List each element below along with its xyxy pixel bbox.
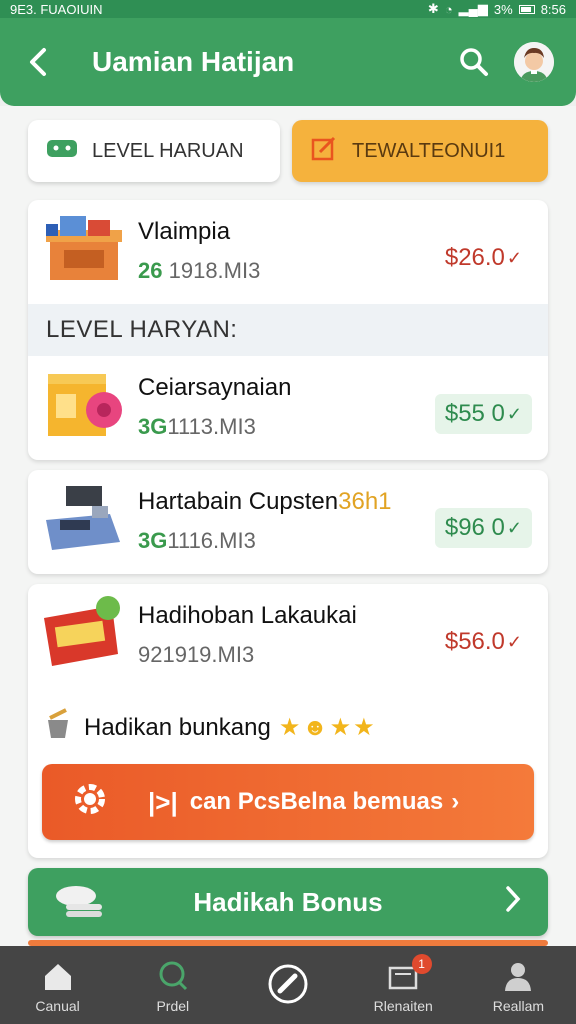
item-name: Ceiarsaynaian bbox=[138, 374, 292, 401]
chevron-right-icon bbox=[504, 884, 522, 922]
item-meta: 26 1918.MI3 bbox=[138, 258, 260, 284]
item-card: Hadihoban Lakaukai 921919.MI3 $56.0 ✓ Had… bbox=[28, 584, 548, 858]
item-meta-text: 1113.MI3 bbox=[167, 414, 256, 439]
item-price: $96 0 ✓ bbox=[434, 508, 532, 548]
status-time: 8:56 bbox=[540, 1, 566, 17]
item-meta-text: 1116.MI3 bbox=[167, 528, 256, 553]
price-value: $56.0 bbox=[444, 628, 505, 655]
item-name: Hadihoban Lakaukai bbox=[138, 602, 357, 629]
nav-center[interactable] bbox=[230, 946, 345, 1024]
tab-row: LEVEL HARUAN TEWALTEONUI1 bbox=[28, 120, 548, 182]
nav-reallam[interactable]: Reallam bbox=[461, 946, 576, 1024]
status-bar: 9E3. FUAOIUIN ✱ ◔ ▂▄▆ 3% 8:56 bbox=[0, 0, 576, 18]
gear-icon bbox=[72, 781, 108, 824]
app-bar: Uamian Hatijan bbox=[0, 18, 576, 106]
item-price: $55 0 ✓ bbox=[434, 394, 532, 434]
nav-label: Canual bbox=[35, 998, 80, 1014]
nav-prdel[interactable]: Prdel bbox=[115, 946, 230, 1024]
list-item[interactable]: Vlaimpia 26 1918.MI3 $26.0 ✓ bbox=[28, 200, 548, 304]
check-icon: ✓ bbox=[506, 247, 522, 268]
gamepad-icon bbox=[46, 137, 78, 165]
item-code: 3G bbox=[138, 414, 168, 439]
search-icon bbox=[460, 48, 488, 76]
item-code: 3G bbox=[138, 528, 168, 553]
item-meta: 3G1116.MI3 bbox=[138, 528, 256, 554]
battery-percent: 3% bbox=[493, 1, 513, 17]
cash-register-icon bbox=[42, 480, 126, 560]
avatar-icon bbox=[514, 42, 554, 82]
nav-rlenaiten[interactable]: 1 Rlenaiten bbox=[346, 946, 461, 1024]
nav-canual[interactable]: Canual bbox=[0, 946, 115, 1024]
item-name: Hartabain Cupsten36h1 bbox=[138, 488, 392, 516]
item-name: Vlaimpia bbox=[138, 218, 231, 245]
claim-label: can PcsBelna bemuas bbox=[189, 788, 444, 815]
bonus-text: Hadikan bunkang bbox=[84, 713, 271, 741]
price-value: $96 0 bbox=[444, 514, 505, 541]
tab-label: TEWALTEONUI1 bbox=[352, 139, 506, 162]
search-button[interactable] bbox=[452, 40, 496, 84]
price-value: $26.0 bbox=[444, 244, 505, 271]
check-icon: ✓ bbox=[506, 403, 522, 424]
bottom-nav: Canual Prdel 1 Rlenaiten Reallam bbox=[0, 946, 576, 1024]
tab-level-haruan[interactable]: LEVEL HARUAN bbox=[28, 120, 280, 182]
pen-icon bbox=[267, 964, 309, 1004]
item-name-suffix: 36h1 bbox=[338, 488, 392, 515]
content-area[interactable]: LEVEL HARUAN TEWALTEONUI1 Vlaimpia 26 19… bbox=[0, 106, 576, 946]
nav-label: Prdel bbox=[156, 998, 190, 1014]
item-meta-text: 921919.MI3 bbox=[138, 642, 255, 667]
list-item[interactable]: Hartabain Cupsten36h1 3G1116.MI3 $96 0 ✓ bbox=[28, 470, 548, 574]
claim-bonus-button[interactable]: |>| can PcsBelna bemuas › bbox=[42, 764, 534, 840]
check-icon: ✓ bbox=[506, 631, 522, 652]
section-header: LEVEL HARYAN: bbox=[28, 304, 548, 356]
list-item[interactable]: Hadihoban Lakaukai 921919.MI3 $56.0 ✓ bbox=[28, 584, 548, 688]
item-name-text: Hartabain Cupsten bbox=[138, 488, 339, 515]
item-meta: 3G1113.MI3 bbox=[138, 414, 256, 440]
coins-icon bbox=[52, 882, 108, 929]
nav-label: Rlenaiten bbox=[373, 998, 433, 1014]
bonus-button-label: Hadikah Bonus bbox=[193, 886, 383, 917]
item-price: $26.0 ✓ bbox=[435, 238, 532, 278]
sale-sign-icon bbox=[42, 594, 126, 674]
search-icon bbox=[157, 956, 189, 996]
item-card: Vlaimpia 26 1918.MI3 $26.0 ✓ LEVEL HARYAN… bbox=[28, 200, 548, 460]
bonus-button[interactable]: Hadikah Bonus bbox=[28, 868, 548, 936]
item-price: $56.0 ✓ bbox=[435, 622, 532, 662]
tape-box-icon bbox=[42, 366, 126, 446]
market-stall-icon bbox=[42, 210, 126, 290]
avatar[interactable] bbox=[514, 42, 554, 82]
battery-icon bbox=[518, 4, 535, 14]
tab-tewalteonui[interactable]: TEWALTEONUI1 bbox=[292, 120, 548, 182]
gift-bucket-icon bbox=[42, 708, 74, 747]
notification-badge: 1 bbox=[411, 954, 432, 974]
user-icon bbox=[502, 956, 534, 996]
list-item[interactable]: Ceiarsaynaian 3G1113.MI3 $55 0 ✓ bbox=[28, 356, 548, 460]
chevron-left-icon bbox=[30, 48, 46, 76]
item-code: 26 bbox=[138, 258, 163, 283]
bonus-line: Hadikan bunkang ★☻★★ bbox=[42, 708, 377, 747]
arrow-right-icon: › bbox=[451, 788, 460, 815]
wifi-icon: ◔ bbox=[444, 1, 453, 17]
claim-separator: |>| bbox=[148, 786, 178, 817]
item-meta-text: 1918.MI3 bbox=[168, 258, 261, 283]
rating-stars: ★☻★★ bbox=[278, 714, 377, 741]
page-title: Uamian Hatijan bbox=[92, 46, 295, 77]
status-left-text: 9E3. FUAOIUIN bbox=[10, 1, 103, 17]
back-button[interactable] bbox=[18, 42, 58, 82]
bluetooth-icon: ✱ bbox=[427, 1, 439, 16]
nav-label: Reallam bbox=[492, 998, 545, 1014]
home-icon bbox=[41, 956, 75, 996]
check-icon: ✓ bbox=[506, 517, 522, 538]
item-card: Hartabain Cupsten36h1 3G1116.MI3 $96 0 ✓ bbox=[28, 470, 548, 574]
status-right: ✱ ◔ ▂▄▆ 3% 8:56 bbox=[428, 1, 566, 17]
edit-icon bbox=[310, 134, 338, 168]
signal-icon: ▂▄▆ bbox=[458, 1, 488, 16]
tab-label: LEVEL HARUAN bbox=[92, 139, 244, 162]
item-meta: 921919.MI3 bbox=[138, 642, 254, 668]
price-value: $55 0 bbox=[444, 400, 505, 427]
